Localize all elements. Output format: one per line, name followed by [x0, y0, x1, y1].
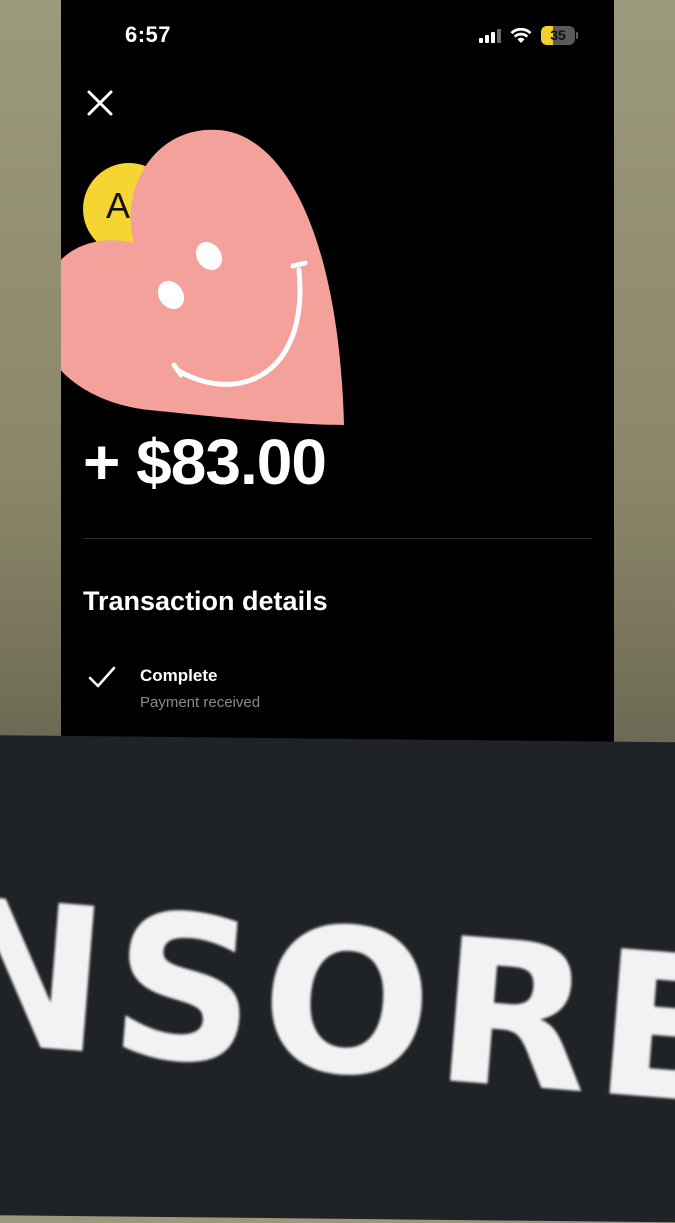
close-icon[interactable]: [83, 86, 117, 120]
checkmark-icon: [88, 666, 116, 688]
status-label: Complete: [140, 666, 218, 685]
section-title: Transaction details: [83, 586, 328, 616]
divider: [83, 538, 592, 539]
status-subtitle: Payment received: [140, 694, 261, 711]
status-icons: 35: [479, 26, 578, 45]
battery-percent: 35: [550, 27, 566, 43]
banner-text: NSORE: [0, 854, 675, 1152]
wifi-icon: [510, 27, 532, 43]
status-time: 6:57: [125, 22, 172, 47]
signal-icon: [479, 28, 501, 43]
battery-icon: 35: [541, 26, 578, 45]
transaction-amount: + $83.00: [83, 426, 327, 498]
smiling-heart-sticker: [61, 129, 344, 425]
overlay-banner: NSORE: [0, 735, 675, 1223]
phone-screen: 6:57 35 A + $83.00 Transaction details C…: [61, 0, 614, 745]
